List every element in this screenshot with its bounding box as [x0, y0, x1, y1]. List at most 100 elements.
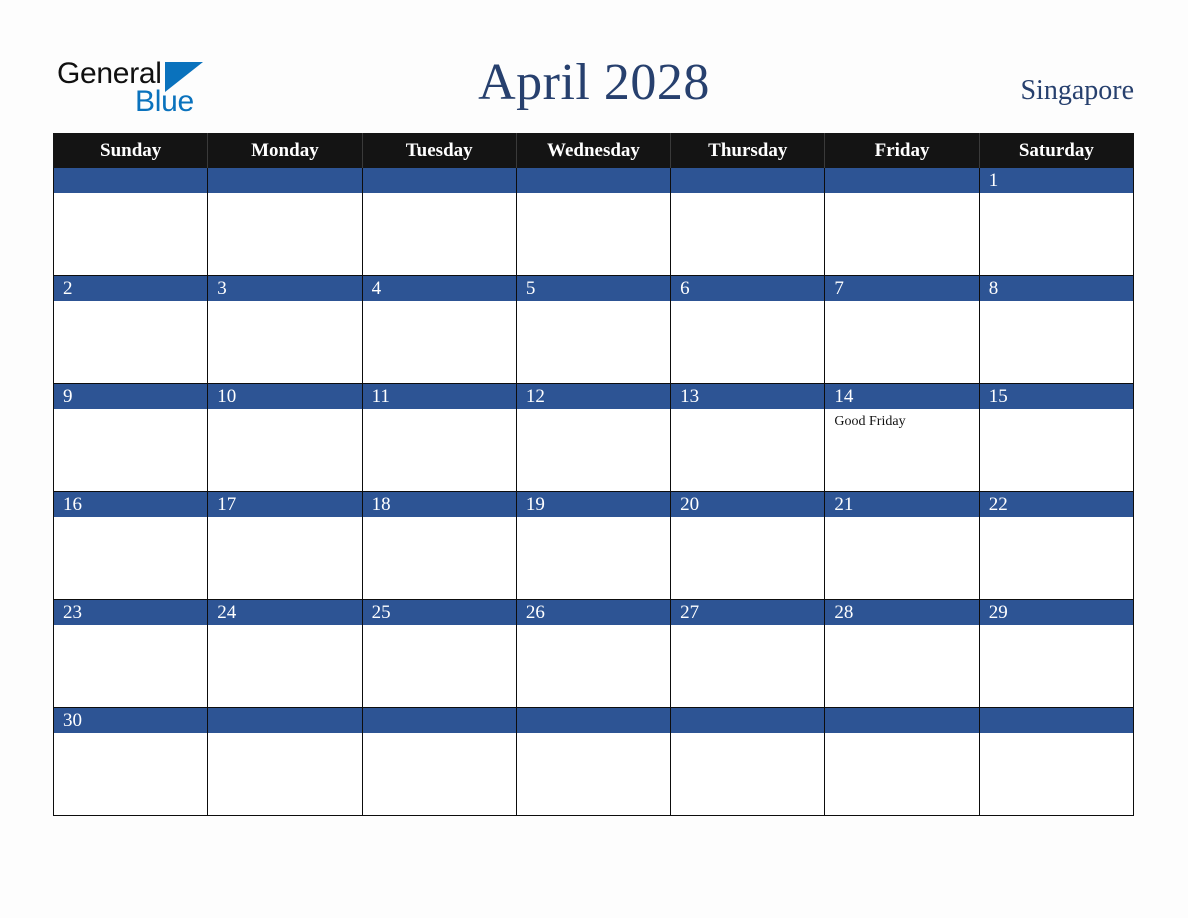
day-cell-inner: 29	[979, 600, 1133, 707]
day-events	[208, 625, 361, 629]
calendar-day-cell[interactable]: 16	[52, 491, 209, 600]
day-events	[980, 193, 1133, 197]
day-events	[363, 625, 516, 629]
calendar-empty-cell[interactable]	[515, 168, 672, 276]
calendar-day-cell[interactable]: 10	[207, 383, 363, 492]
day-events	[363, 301, 516, 305]
day-cell-inner: 10	[208, 384, 362, 491]
day-cell-inner: 11	[362, 384, 516, 491]
calendar-empty-cell[interactable]	[824, 168, 980, 276]
date-number: 7	[825, 276, 979, 301]
date-number: 20	[671, 492, 825, 517]
calendar-day-cell[interactable]: 3	[207, 275, 363, 384]
calendar-day-cell[interactable]: 18	[361, 491, 517, 600]
day-events	[54, 733, 207, 737]
date-number	[516, 708, 671, 733]
calendar-day-cell[interactable]: 22	[978, 491, 1135, 600]
calendar-day-cell[interactable]: 7	[824, 275, 980, 384]
calendar-empty-cell[interactable]	[207, 707, 363, 816]
holiday-event: Good Friday	[834, 414, 906, 429]
date-number	[362, 708, 516, 733]
calendar-day-cell[interactable]: 11	[361, 383, 517, 492]
date-number: 12	[516, 384, 671, 409]
calendar-empty-cell[interactable]	[207, 168, 363, 276]
day-cell-inner: 17	[208, 492, 362, 599]
calendar-day-cell[interactable]: 30	[52, 707, 209, 816]
calendar-day-cell[interactable]: 12	[515, 383, 672, 492]
day-cell-inner: 2	[54, 276, 208, 383]
date-number: 17	[208, 492, 362, 517]
calendar-week-row: 23 24 25 26 27 28 29	[52, 599, 1135, 708]
date-number: 18	[362, 492, 516, 517]
calendar-day-cell[interactable]: 28	[824, 599, 980, 708]
calendar-day-cell[interactable]: 21	[824, 491, 980, 600]
day-events	[517, 625, 670, 629]
calendar-day-cell[interactable]: 15	[978, 383, 1135, 492]
day-cell-inner: 12	[516, 384, 671, 491]
day-events	[363, 733, 516, 737]
day-events	[363, 409, 516, 413]
day-cell-inner	[516, 708, 671, 815]
weekday-header-monday: Monday	[207, 133, 363, 168]
day-events	[980, 517, 1133, 521]
calendar-day-cell[interactable]: 20	[670, 491, 826, 600]
calendar-day-cell[interactable]: 4	[361, 275, 517, 384]
calendar-day-cell[interactable]: 13	[670, 383, 826, 492]
day-cell-inner: 7	[825, 276, 979, 383]
weekday-header-sunday: Sunday	[52, 133, 209, 168]
weekday-header-friday: Friday	[824, 133, 980, 168]
calendar-empty-cell[interactable]	[515, 707, 672, 816]
day-events	[208, 301, 361, 305]
date-number	[208, 168, 362, 193]
calendar-day-cell[interactable]: 1	[978, 168, 1135, 276]
calendar-day-cell[interactable]: 25	[361, 599, 517, 708]
day-cell-inner: 5	[516, 276, 671, 383]
day-events	[825, 733, 978, 737]
calendar-day-cell[interactable]: 5	[515, 275, 672, 384]
date-number: 1	[979, 168, 1133, 193]
weekday-header-thursday: Thursday	[670, 133, 826, 168]
date-number: 2	[54, 276, 208, 301]
day-events	[671, 301, 824, 305]
day-cell-inner: 1	[979, 168, 1133, 275]
calendar-day-cell[interactable]: 17	[207, 491, 363, 600]
day-events	[54, 301, 207, 305]
weekday-header-wednesday: Wednesday	[515, 133, 672, 168]
calendar-day-cell[interactable]: 19	[515, 491, 672, 600]
date-number: 29	[979, 600, 1133, 625]
calendar-empty-cell[interactable]	[670, 707, 826, 816]
calendar-day-cell[interactable]: 8	[978, 275, 1135, 384]
day-events	[825, 625, 978, 629]
date-number: 5	[516, 276, 671, 301]
calendar-day-cell[interactable]: 26	[515, 599, 672, 708]
day-cell-inner: 26	[516, 600, 671, 707]
date-number: 24	[208, 600, 362, 625]
day-cell-inner: 15	[979, 384, 1133, 491]
day-events	[517, 301, 670, 305]
calendar-empty-cell[interactable]	[670, 168, 826, 276]
date-number: 9	[54, 384, 208, 409]
day-cell-inner: 24	[208, 600, 362, 707]
calendar-day-cell[interactable]: 24	[207, 599, 363, 708]
calendar-day-cell[interactable]: 23	[52, 599, 209, 708]
calendar-empty-cell[interactable]	[361, 168, 517, 276]
calendar-empty-cell[interactable]	[361, 707, 517, 816]
date-number: 28	[825, 600, 979, 625]
calendar-empty-cell[interactable]	[52, 168, 209, 276]
day-events	[54, 409, 207, 413]
calendar-empty-cell[interactable]	[978, 707, 1135, 816]
calendar-empty-cell[interactable]	[824, 707, 980, 816]
day-cell-inner	[671, 708, 825, 815]
day-events: Good Friday	[825, 409, 978, 430]
calendar-day-cell[interactable]: 6	[670, 275, 826, 384]
calendar-day-cell[interactable]: 27	[670, 599, 826, 708]
calendar-day-cell[interactable]: 14 Good Friday	[824, 383, 980, 492]
calendar-day-cell[interactable]: 9	[52, 383, 209, 492]
calendar-day-cell[interactable]: 2	[52, 275, 209, 384]
day-cell-inner	[54, 168, 208, 275]
calendar-day-cell[interactable]: 29	[978, 599, 1135, 708]
day-events	[208, 409, 361, 413]
day-cell-inner: 6	[671, 276, 825, 383]
date-number	[825, 168, 979, 193]
day-events	[980, 733, 1133, 737]
